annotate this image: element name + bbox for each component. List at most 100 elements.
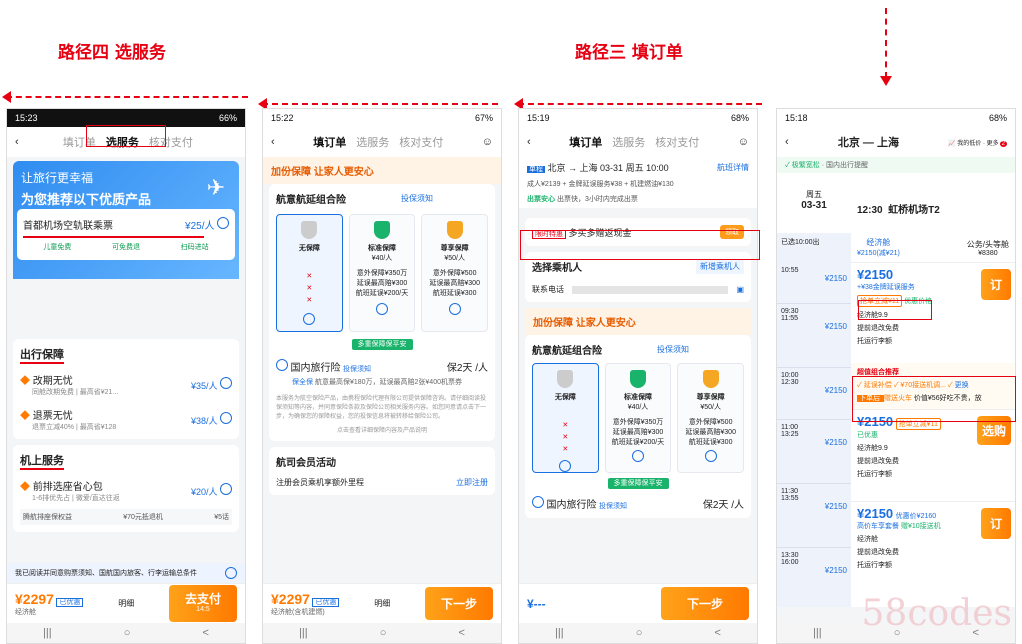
travel-notice[interactable]: 投保须知 <box>599 503 627 510</box>
notice-a: ✓ 极繁宽松 <box>785 162 820 169</box>
seat-package[interactable]: ◆ 前排选座省心包 1-6排优先占 | 微爱/直达往返 ¥20/人 <box>20 478 232 503</box>
flight-option[interactable]: 10:00 12:30 ¥2150 <box>777 367 851 419</box>
rail-feat-refund: 可免费退 <box>111 244 140 251</box>
shield-icon <box>374 221 390 239</box>
status-battery: 67% <box>474 113 493 123</box>
discount-badge: 已优惠 <box>56 597 84 607</box>
agreement-radio[interactable] <box>225 567 237 579</box>
back-button[interactable]: < <box>203 627 209 639</box>
plan-line: 航班延误¥200/天 <box>355 290 409 297</box>
travel-insurance-row[interactable]: 国内旅行险 投保须知 保2天 /人 <box>532 496 744 511</box>
flight-detail-link[interactable]: 航班详情 <box>717 162 749 173</box>
date-date: 03-31 <box>801 200 827 211</box>
service-icon[interactable]: ☺ <box>482 136 493 148</box>
plan-premium[interactable]: 尊享保障 ¥50/人 意外保障¥500 延误最高赔¥300 航班延误¥300 <box>677 363 745 473</box>
pay-countdown: 14:5 <box>196 606 210 614</box>
insurance-notice-link[interactable]: 投保须知 <box>657 344 689 355</box>
next-button[interactable]: 下一步 <box>424 587 493 620</box>
detail-link[interactable]: 明细 <box>118 598 134 609</box>
flight-time: 10:00 <box>781 372 799 379</box>
service-icon[interactable]: ☺ <box>738 136 749 148</box>
plan-line: 航班延误¥300 <box>688 439 733 446</box>
travel-notice[interactable]: 投保须知 <box>343 366 371 373</box>
recent-apps-button[interactable]: ||| <box>813 627 822 639</box>
travel-insurance-row[interactable]: 国内旅行险 投保须知 保2天 /人 <box>276 359 488 374</box>
recent-apps-button[interactable]: ||| <box>299 627 308 639</box>
contact-book-icon[interactable]: ▣ <box>736 285 744 294</box>
trend-label[interactable]: 我的低价 <box>957 141 981 147</box>
promo-title: 加份保障 让家人更安心 <box>263 157 501 184</box>
nav-bar: ‹ 填订单 选服务 核对支付 ☺ <box>263 127 501 157</box>
change-radio[interactable] <box>220 377 232 389</box>
rail-radio[interactable] <box>217 217 229 229</box>
seat-radio[interactable] <box>220 483 232 495</box>
plan-none[interactable]: 无保障 ✕ ✕ ✕ <box>532 363 599 473</box>
fare-line: 托运行李额 <box>857 471 892 478</box>
bottom-bar: ¥2297 已优惠 经济舱 明细 去支付 14:5 <box>7 583 245 623</box>
flight-option[interactable]: 13:30 16:00 ¥2150 <box>777 547 851 607</box>
change-price: ¥35/人 <box>190 381 218 391</box>
refund-radio[interactable] <box>220 412 232 424</box>
back-icon[interactable]: ‹ <box>15 136 19 148</box>
rail-feat-kids: 儿童免费 <box>43 244 72 251</box>
seat-desc: 1-6排优先占 | 微爱/直达往返 <box>32 495 120 502</box>
phone-label: 联系电话 <box>532 285 564 294</box>
onboard-service-section: 机上服务 ◆ 前排选座省心包 1-6排优先占 | 微爱/直达往返 ¥20/人 腾航… <box>13 445 239 532</box>
plan-standard[interactable]: 标准保障 ¥40/人 意外保障¥350万 延误最高赔¥300 航班延误¥200/天 <box>348 214 416 332</box>
rail-card[interactable]: 首都机场空轨联乘票 ¥25/人 儿童免费 可免费退 扫码进站 <box>17 209 235 260</box>
add-passenger-button[interactable]: 新增乘机人 <box>696 259 744 274</box>
book-button[interactable]: 订 <box>980 269 1011 300</box>
tab-economy[interactable]: 经济舱 <box>857 237 900 248</box>
plan-standard[interactable]: 标准保障 ¥40/人 意外保障¥350万 延误最高赔¥300 航班延误¥200/天 <box>604 363 672 473</box>
step-fill-order: 填订单 <box>569 137 603 149</box>
agreement-bar[interactable]: 我已阅读并同意购票须知、国航国内旅客、行李运输总条件 <box>7 563 245 583</box>
pay-button[interactable]: 去支付 14:5 <box>168 585 237 622</box>
detail-link[interactable]: 明细 <box>374 598 390 609</box>
change-worry-free[interactable]: ◆ 改期无忧 同舱改期免费 | 最高省¥21... ¥35/人 <box>20 372 232 397</box>
red-down-arrow-head <box>880 76 892 86</box>
plan-premium[interactable]: 尊享保障 ¥50/人 意外保障¥500 延误最高赔¥300 航班延误¥300 <box>421 214 489 332</box>
phone-field[interactable] <box>572 285 729 294</box>
fare-line: 提前退改免费 <box>857 458 899 465</box>
more-button[interactable]: 更多 <box>987 141 999 147</box>
fare-line: 托运行李额 <box>857 562 892 569</box>
plan-price: ¥40/人 <box>627 404 649 411</box>
book-button[interactable]: 订 <box>980 508 1011 539</box>
home-button[interactable]: ○ <box>636 627 643 639</box>
plan-name: 标准保障 <box>368 245 396 252</box>
recent-apps-button[interactable]: ||| <box>555 627 564 639</box>
system-nav: ||| ○ < <box>263 623 501 643</box>
tab-business[interactable]: 公务/头等舱 <box>967 239 1009 250</box>
back-icon[interactable]: ‹ <box>271 136 275 148</box>
next-button[interactable]: 下一步 <box>660 587 749 620</box>
back-button[interactable]: < <box>715 627 721 639</box>
flight-option[interactable]: 11:00 13:25 ¥2150 <box>777 419 851 483</box>
ticket-desc: 出票快，3小时内完成出票 <box>556 196 638 203</box>
flight-time: 11:30 <box>781 488 798 495</box>
status-bar: 15:19 68% <box>519 109 757 127</box>
protection-badge: 多重保障保平安 <box>351 339 413 350</box>
step-select-service: 选服务 <box>356 137 390 149</box>
flight-option[interactable]: 11:30 13:55 ¥2150 <box>777 483 851 547</box>
trend-icon[interactable]: 📈 <box>948 141 955 147</box>
insurance-notice-link[interactable]: 投保须知 <box>401 193 433 204</box>
flight-time: 13:55 <box>781 495 799 502</box>
red-down-arrow <box>885 8 887 78</box>
phone-fill-order: 15:19 68% ‹ 填订单 选服务 核对支付 ☺ 单程 北京 → 上海 03-31… <box>518 108 758 644</box>
fine-print-link[interactable]: 点击查看详细保障内容及产品说明 <box>276 425 488 434</box>
step-select-service: 选服务 <box>612 137 646 149</box>
recent-apps-button[interactable]: ||| <box>43 627 52 639</box>
flight-option[interactable]: 09:30 11:55 ¥2150 <box>777 303 851 367</box>
status-bar: 15:22 67% <box>263 109 501 127</box>
refund-worry-free[interactable]: ◆ 退票无忧 退票立减40% | 最高省¥128 ¥38/人 <box>20 407 232 432</box>
home-button[interactable]: ○ <box>124 627 131 639</box>
back-icon[interactable]: ‹ <box>785 136 789 148</box>
plan-none[interactable]: 无保障 ✕ ✕ ✕ <box>276 214 343 332</box>
total-price: ¥--- <box>527 596 546 611</box>
travel-unit: /人 <box>475 363 488 374</box>
back-button[interactable]: < <box>459 627 465 639</box>
travel-notice[interactable]: ✓ 极繁宽松 · 国内出行提醒 <box>777 157 1015 173</box>
back-icon[interactable]: ‹ <box>527 136 531 148</box>
home-button[interactable]: ○ <box>380 627 387 639</box>
register-link[interactable]: 立即注册 <box>456 477 488 488</box>
